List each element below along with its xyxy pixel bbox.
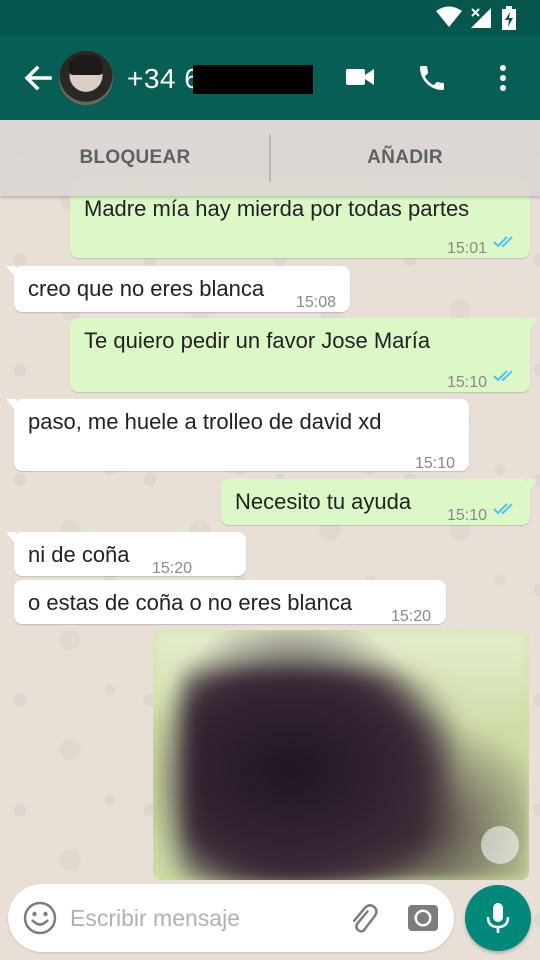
- read-ticks-icon: [493, 370, 513, 382]
- message-text: ni de coña: [28, 542, 130, 567]
- message-composer: [8, 884, 454, 952]
- back-arrow-icon[interactable]: [22, 62, 54, 94]
- message-text: Necesito tu ayuda: [235, 489, 412, 514]
- status-bar: [0, 0, 540, 36]
- block-button[interactable]: BLOQUEAR: [0, 120, 270, 196]
- video-call-icon[interactable]: [345, 62, 375, 92]
- message-time: 15:01: [447, 240, 488, 257]
- signal-icon: [471, 8, 491, 28]
- attach-icon[interactable]: [344, 900, 380, 936]
- message-text: paso, me huele a trolleo de david xd: [28, 409, 382, 434]
- message-text: o estas de coña o no eres blanca: [28, 590, 353, 615]
- camera-icon[interactable]: [405, 900, 441, 936]
- message-bubble-incoming[interactable]: paso, me huele a trolleo de david xd 15:…: [6, 399, 469, 472]
- redaction-bar: [193, 65, 313, 94]
- message-bubble-incoming[interactable]: creo que no eres blanca 15:08: [6, 266, 350, 312]
- message-text: creo que no eres blanca: [28, 276, 265, 301]
- message-bubble-incoming[interactable]: o estas de coña o no eres blanca 15:20: [14, 580, 446, 625]
- add-contact-button[interactable]: AÑADIR: [270, 120, 540, 196]
- contact-avatar[interactable]: [59, 51, 113, 105]
- media-overlay: [481, 826, 519, 864]
- battery-charging-icon: [502, 6, 516, 30]
- read-ticks-icon: [493, 503, 513, 515]
- message-time: 15:20: [391, 608, 432, 625]
- message-text: Te quiero pedir un favor Jose María: [84, 328, 431, 353]
- message-bubble-outgoing[interactable]: Necesito tu ayuda 15:10: [221, 479, 538, 525]
- image-message[interactable]: [153, 630, 529, 880]
- message-bubble-incoming[interactable]: ni de coña 15:20: [6, 532, 246, 577]
- emoji-icon[interactable]: [22, 900, 58, 936]
- chat-header: +34 6: [0, 36, 540, 120]
- more-vert-icon[interactable]: [495, 62, 511, 94]
- message-time: 15:08: [296, 294, 337, 311]
- message-input[interactable]: [70, 896, 330, 940]
- phone-icon[interactable]: [416, 62, 448, 94]
- message-text: Madre mía hay mierda por todas partes: [84, 196, 470, 221]
- read-ticks-icon: [493, 236, 513, 248]
- message-time: 15:10: [447, 374, 488, 391]
- message-time: 15:10: [415, 455, 456, 472]
- message-bubble-outgoing[interactable]: Te quiero pedir un favor Jose María 15:1…: [70, 318, 538, 392]
- unknown-contact-actions: BLOQUEAR AÑADIR: [0, 120, 540, 196]
- voice-message-button[interactable]: [465, 885, 531, 951]
- mic-icon: [486, 903, 510, 933]
- contact-name[interactable]: +34 6: [127, 63, 200, 95]
- message-time: 15:10: [447, 507, 488, 524]
- wifi-icon: [436, 6, 462, 27]
